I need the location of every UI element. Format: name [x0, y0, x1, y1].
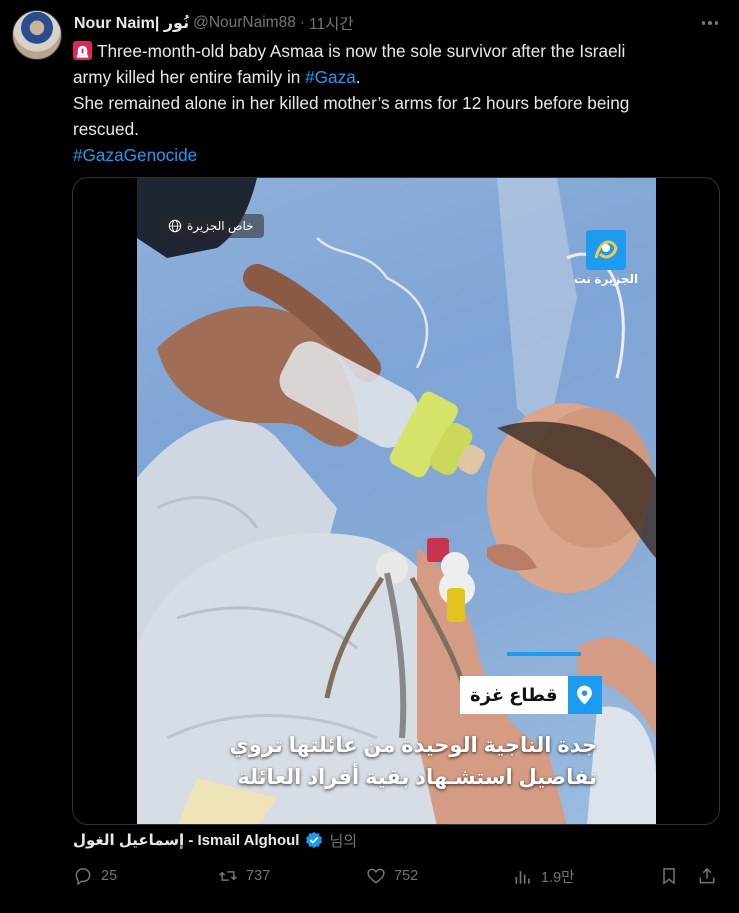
globe-icon — [168, 219, 182, 233]
location-text: قطاع غزة — [460, 676, 568, 714]
location-pin-icon — [577, 685, 592, 705]
action-bar: 25 737 752 1.9만 — [73, 866, 723, 892]
views-icon — [515, 870, 530, 884]
views-count: 1.9만 — [541, 870, 575, 886]
tweet-header: Nour Naim| نُور @NourNaim88 · 11시간 — [74, 12, 679, 34]
like-icon — [367, 868, 385, 884]
repost-icon — [219, 871, 237, 881]
tweet-text-line-4: rescued. — [73, 119, 139, 139]
reply-icon — [75, 868, 91, 886]
caption-line-1: جدة الناجية الوحيدة من عائلتها تروي — [229, 734, 597, 757]
share-icon — [699, 867, 715, 884]
bookmark-button[interactable] — [659, 866, 679, 886]
separator-dot: · — [299, 14, 305, 31]
source-tag-text: خاص الجزيرة — [187, 219, 254, 233]
reply-button[interactable]: 25 — [73, 866, 117, 886]
views-button[interactable]: 1.9만 — [513, 866, 575, 887]
tweet-text-line-1: Three-month-old baby Asmaa is now the so… — [97, 41, 626, 61]
aljazeera-logo: الجزيرة نت — [573, 230, 639, 290]
media-container[interactable]: خاص الجزيرة الجزيرة نت قطاع غزة جدة النا… — [72, 177, 720, 825]
bookmark-icon — [663, 868, 675, 885]
tweet-text-line-3: She remained alone in her killed mother’… — [73, 93, 630, 113]
verified-badge-icon — [306, 831, 323, 849]
tweet-text-line-2: army killed her entire family in — [73, 67, 306, 87]
video-frame[interactable]: خاص الجزيرة الجزيرة نت قطاع غزة جدة النا… — [137, 178, 656, 824]
aljazeera-logo-text: الجزيرة نت — [573, 272, 639, 286]
caption-line-2: تفاصيل استشـهاد بقية أفراد العائلة — [237, 766, 597, 789]
reply-count: 25 — [101, 868, 118, 884]
attribution-person[interactable]: إسماعيل الغول - Ismail Alghoul — [73, 831, 299, 849]
video-attribution[interactable]: إسماعيل الغول - Ismail Alghoul 님의 — [73, 829, 357, 851]
author-handle[interactable]: @NourNaim88 — [193, 14, 296, 32]
more-icon — [701, 21, 706, 25]
repost-button[interactable]: 737 — [218, 866, 270, 886]
attribution-suffix: 님의 — [329, 832, 358, 850]
hashtag-gazagenocide-link[interactable]: #GazaGenocide — [73, 142, 713, 168]
repost-count: 737 — [246, 868, 271, 884]
tweet-text-period: . — [355, 67, 361, 87]
share-button[interactable] — [697, 866, 717, 886]
tweet-text: Three-month-old baby Asmaa is now the so… — [73, 38, 713, 168]
more-options-button[interactable] — [699, 12, 721, 34]
like-button[interactable]: 752 — [366, 866, 418, 886]
like-count: 752 — [394, 868, 419, 884]
siren-icon — [73, 41, 92, 60]
video-caption: جدة الناجية الوحيدة من عائلتها تروي تفاص… — [177, 730, 597, 794]
author-avatar[interactable] — [12, 10, 62, 60]
author-name[interactable]: Nour Naim| نُور — [74, 13, 189, 33]
tweet-timestamp[interactable]: 11시간 — [309, 12, 354, 34]
source-tag: خاص الجزيرة — [161, 214, 264, 238]
location-label: قطاع غزة — [460, 676, 602, 714]
hashtag-gaza-link[interactable]: #Gaza — [305, 67, 356, 87]
